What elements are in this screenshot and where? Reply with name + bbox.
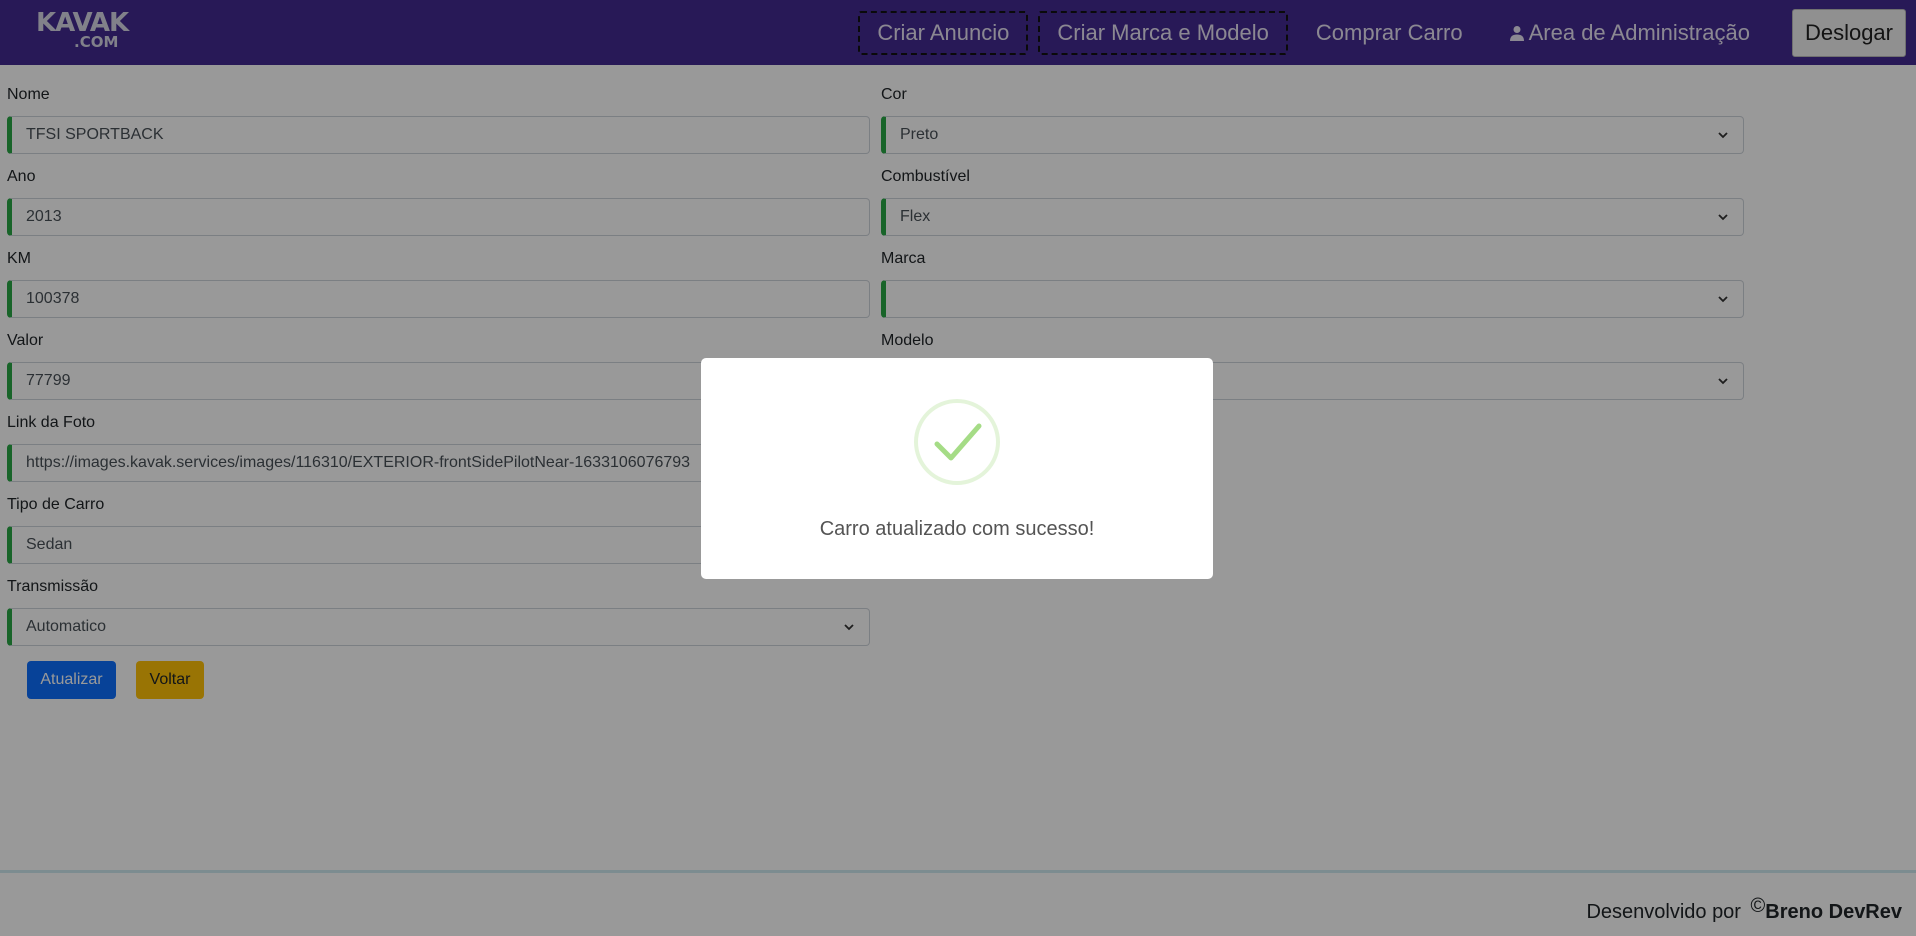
success-modal: Carro atualizado com sucesso! — [701, 358, 1213, 579]
modal-message: Carro atualizado com sucesso! — [819, 518, 1095, 540]
success-check-icon — [914, 399, 1000, 485]
